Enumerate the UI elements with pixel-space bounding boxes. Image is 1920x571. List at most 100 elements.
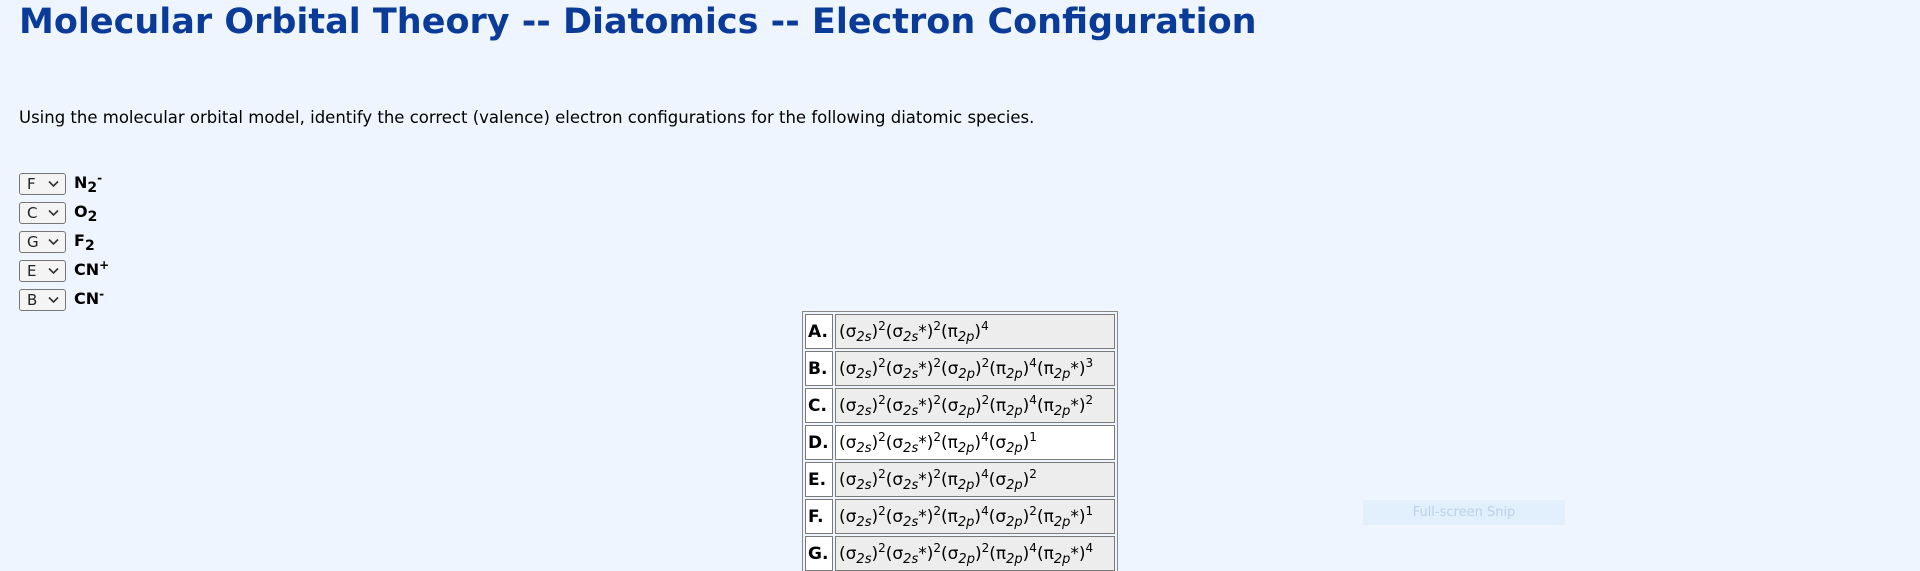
orbital-term: (π2p*)3 — [1036, 355, 1094, 382]
orbital-symbol: σ — [947, 358, 959, 379]
orbital-subscript: 2p — [1006, 477, 1023, 493]
orbital-symbol: π — [995, 358, 1007, 379]
antibonding-marker: * — [918, 395, 927, 416]
answer-letter: A. — [805, 314, 833, 349]
electron-count: 2 — [933, 355, 941, 370]
answer-select[interactable]: B — [19, 288, 66, 311]
antibonding-marker: * — [1070, 543, 1079, 564]
orbital-term: (π2p*)2 — [1036, 392, 1094, 419]
page-title: Molecular Orbital Theory -- Diatomics --… — [19, 2, 1257, 42]
orbital-subscript: 2s — [903, 329, 919, 345]
orbital-symbol: σ — [995, 506, 1007, 527]
electron-configuration: (σ2s)2(σ2s*)2(σ2p)2(π2p)4(π2p*)2 — [835, 388, 1115, 423]
question-row: G F2 — [19, 227, 109, 256]
orbital-subscript: 2p — [1006, 551, 1023, 567]
orbital-subscript: 2p — [1053, 403, 1071, 419]
orbital-symbol: σ — [995, 469, 1007, 490]
answer-letter: E. — [805, 462, 833, 497]
species-formula: CN — [74, 289, 100, 308]
orbital-term: (σ2s)2 — [839, 355, 886, 382]
answer-row: C. (σ2s)2(σ2s*)2(σ2p)2(π2p)4(π2p*)2 — [805, 388, 1115, 423]
species-label: O2 — [74, 200, 97, 225]
electron-count: 2 — [878, 318, 886, 333]
electron-count: 2 — [933, 318, 941, 333]
orbital-term: (π2p)4 — [941, 466, 989, 493]
answer-select[interactable]: F — [19, 172, 66, 195]
orbital-symbol: π — [947, 321, 958, 342]
instructions: Using the molecular orbital model, ident… — [19, 108, 1035, 127]
orbital-term: (σ2s)2 — [839, 429, 886, 456]
question-row: B CN- — [19, 285, 109, 314]
electron-count: 2 — [933, 503, 941, 518]
orbital-term: (σ2s)2 — [839, 466, 886, 493]
orbital-symbol: π — [1043, 506, 1054, 527]
orbital-subscript: 2p — [957, 477, 975, 493]
electron-count: 2 — [933, 392, 941, 407]
electron-count: 4 — [1029, 355, 1037, 370]
species-charge: + — [99, 258, 110, 272]
orbital-term: (σ2p)2 — [941, 540, 990, 567]
orbital-subscript: 2s — [856, 477, 872, 493]
orbital-subscript: 2p — [957, 514, 975, 530]
orbital-term: (σ2s)2 — [839, 540, 886, 567]
answer-select[interactable]: G — [19, 230, 66, 253]
question-row: F N2- — [19, 169, 109, 198]
electron-count: 2 — [933, 429, 941, 444]
orbital-subscript: 2p — [958, 403, 975, 419]
electron-count: 4 — [1029, 540, 1037, 555]
orbital-symbol: σ — [845, 506, 857, 527]
orbital-subscript: 2s — [903, 514, 919, 530]
answer-letter: C. — [805, 388, 833, 423]
orbital-symbol: π — [947, 506, 958, 527]
chevron-down-icon — [48, 267, 59, 274]
orbital-subscript: 2p — [957, 440, 975, 456]
orbital-symbol: σ — [892, 543, 904, 564]
electron-count: 4 — [1029, 392, 1037, 407]
orbital-subscript: 2s — [856, 329, 872, 345]
orbital-term: (π2p)4 — [941, 318, 989, 345]
orbital-symbol: σ — [892, 506, 904, 527]
antibonding-marker: * — [918, 358, 927, 379]
orbital-subscript: 2s — [903, 403, 919, 419]
orbital-term: (σ2s*)2 — [885, 318, 941, 345]
orbital-term: (σ2s*)2 — [885, 503, 941, 530]
species-subscript: 2 — [84, 238, 95, 254]
orbital-symbol: σ — [845, 469, 857, 490]
selected-value: E — [27, 261, 37, 280]
orbital-term: (π2p)4 — [941, 503, 989, 530]
answer-row: F. (σ2s)2(σ2s*)2(π2p)4(σ2p)2(π2p*)1 — [805, 499, 1115, 534]
orbital-term: (σ2s*)2 — [885, 429, 941, 456]
species-label: N2- — [74, 171, 102, 196]
electron-count: 1 — [1029, 429, 1037, 444]
species-formula: N — [74, 173, 88, 192]
orbital-symbol: σ — [892, 358, 904, 379]
answer-row: D. (σ2s)2(σ2s*)2(π2p)4(σ2p)1 — [805, 425, 1115, 460]
electron-count: 2 — [878, 466, 886, 481]
answer-row: B. (σ2s)2(σ2s*)2(σ2p)2(π2p)4(π2p*)3 — [805, 351, 1115, 386]
orbital-subscript: 2p — [1053, 551, 1071, 567]
orbital-subscript: 2p — [1006, 514, 1023, 530]
orbital-term: (π2p)4 — [941, 429, 989, 456]
orbital-symbol: σ — [892, 321, 904, 342]
orbital-symbol: σ — [947, 543, 959, 564]
answer-select[interactable]: E — [19, 259, 66, 282]
orbital-subscript: 2s — [856, 366, 872, 382]
electron-configuration: (σ2s)2(σ2s*)2(π2p)4 — [835, 314, 1115, 349]
electron-configuration: (σ2s)2(σ2s*)2(π2p)4(σ2p)1 — [835, 425, 1115, 460]
orbital-symbol: σ — [892, 469, 904, 490]
answer-select[interactable]: C — [19, 201, 66, 224]
orbital-term: (σ2p)1 — [988, 429, 1037, 456]
electron-configuration: (σ2s)2(σ2s*)2(σ2p)2(π2p)4(π2p*)4 — [835, 536, 1115, 571]
electron-count: 2 — [878, 540, 886, 555]
electron-count: 4 — [981, 429, 989, 444]
orbital-term: (σ2s)2 — [839, 503, 886, 530]
answer-row: A. (σ2s)2(σ2s*)2(π2p)4 — [805, 314, 1115, 349]
antibonding-marker: * — [918, 543, 927, 564]
orbital-term: (σ2s)2 — [839, 318, 886, 345]
electron-configuration: (σ2s)2(σ2s*)2(σ2p)2(π2p)4(π2p*)3 — [835, 351, 1115, 386]
electron-count: 2 — [933, 540, 941, 555]
antibonding-marker: * — [918, 432, 927, 453]
orbital-term: (σ2s*)2 — [885, 355, 941, 382]
electron-count: 2 — [1085, 392, 1094, 407]
chevron-down-icon — [48, 238, 59, 245]
